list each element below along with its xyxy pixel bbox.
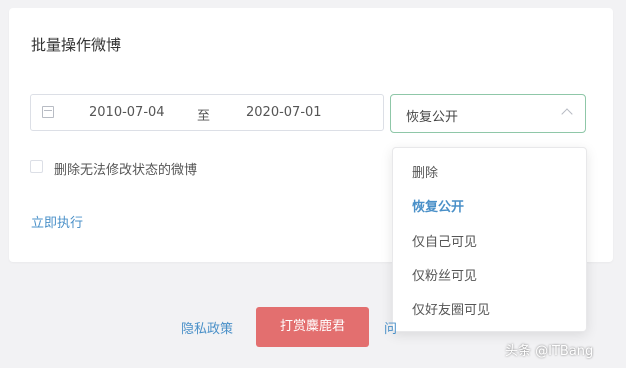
- date-range-picker[interactable]: 2010-07-04 至 2020-07-01: [30, 94, 384, 131]
- chevron-up-icon: [561, 108, 573, 120]
- end-date[interactable]: 2020-07-01: [246, 105, 322, 120]
- footer-link-partial[interactable]: 问: [384, 318, 397, 337]
- dropdown-option-fans-only[interactable]: 仅粉丝可见: [412, 265, 477, 284]
- card-title: 批量操作微博: [31, 36, 122, 54]
- watermark: 头条 @ITBang: [505, 344, 594, 359]
- action-select[interactable]: 恢复公开: [390, 94, 586, 133]
- start-date[interactable]: 2010-07-04: [89, 105, 165, 120]
- execute-now-link[interactable]: 立即执行: [31, 212, 83, 231]
- reward-button[interactable]: 打赏麋鹿君: [256, 307, 369, 347]
- dropdown-option-friends-only[interactable]: 仅好友圈可见: [412, 299, 490, 318]
- dropdown-option-restore-public[interactable]: 恢复公开: [412, 196, 464, 215]
- dropdown-option-only-me[interactable]: 仅自己可见: [412, 231, 477, 250]
- action-dropdown-menu: 删除 恢复公开 仅自己可见 仅粉丝可见 仅好友圈可见: [392, 147, 587, 332]
- action-select-value: 恢复公开: [406, 110, 459, 125]
- privacy-policy-link[interactable]: 隐私政策: [181, 318, 233, 337]
- range-separator: 至: [197, 109, 211, 124]
- delete-unmodifiable-label[interactable]: 删除无法修改状态的微博: [54, 159, 197, 178]
- calendar-icon: [42, 106, 54, 118]
- dropdown-option-delete[interactable]: 删除: [412, 162, 438, 181]
- delete-unmodifiable-checkbox[interactable]: [30, 160, 43, 173]
